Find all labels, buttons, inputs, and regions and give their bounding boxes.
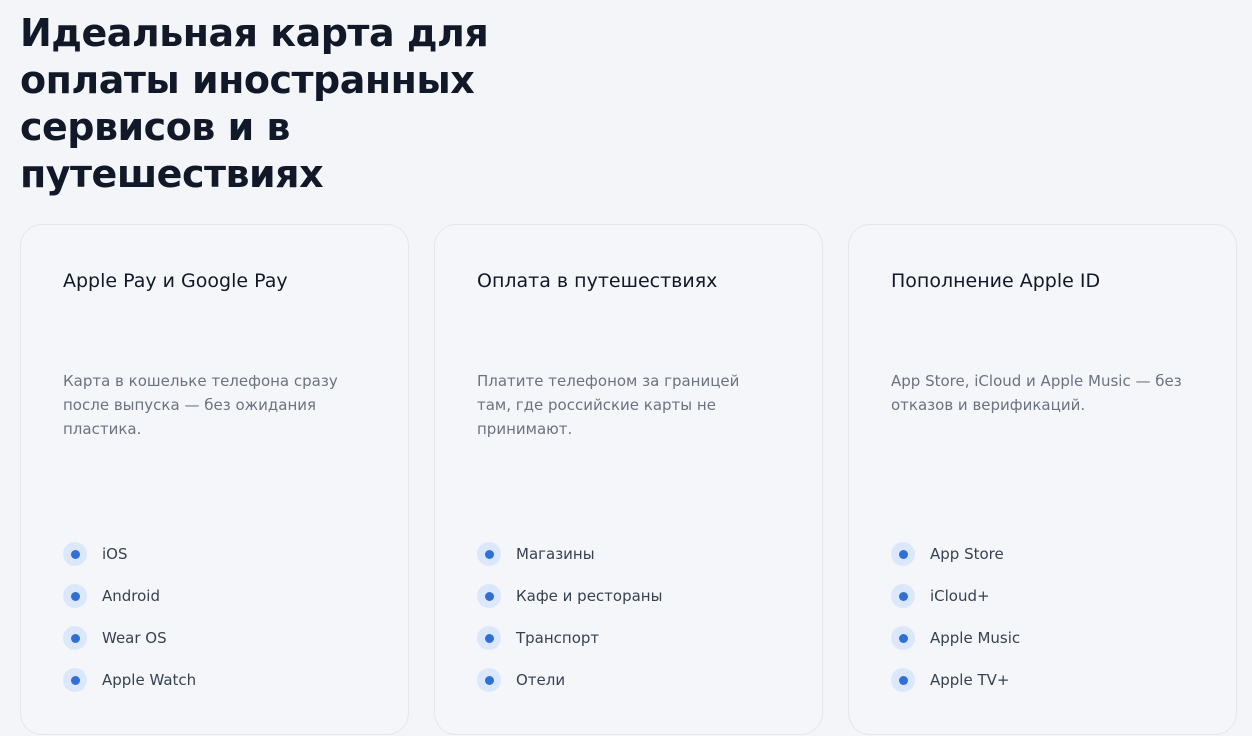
card-description: Карта в кошельке телефона сразу после вы… xyxy=(63,372,338,438)
bullet-dot-icon xyxy=(477,584,501,608)
list-item: Wear OS xyxy=(63,626,196,650)
card-feature-list: Магазины Кафе и рестораны Транспорт Отел… xyxy=(477,542,662,710)
list-item: Кафе и рестораны xyxy=(477,584,662,608)
list-item-label: iCloud+ xyxy=(930,587,990,605)
list-item-label: Android xyxy=(102,587,160,605)
bullet-dot-icon xyxy=(477,626,501,650)
list-item: iOS xyxy=(63,542,196,566)
bullet-dot-icon xyxy=(63,668,87,692)
bullet-dot-icon xyxy=(477,542,501,566)
list-item: Отели xyxy=(477,668,662,692)
page-title: Идеальная карта для оплаты иностранных с… xyxy=(20,11,489,196)
card-feature-list: iOS Android Wear OS Apple Watch xyxy=(63,542,196,710)
list-item: Транспорт xyxy=(477,626,662,650)
card-feature-list: App Store iCloud+ Apple Music Apple TV+ xyxy=(891,542,1020,710)
list-item: App Store xyxy=(891,542,1020,566)
card-title: Оплата в путешествиях xyxy=(477,270,718,292)
list-item-label: iOS xyxy=(102,545,128,563)
bullet-dot-icon xyxy=(63,584,87,608)
feature-cards: Apple Pay и Google Pay Карта в кошельке … xyxy=(20,224,1237,735)
list-item-label: Кафе и рестораны xyxy=(516,587,663,605)
list-item-label: Wear OS xyxy=(102,629,167,647)
feature-card-apple-google-pay: Apple Pay и Google Pay Карта в кошельке … xyxy=(20,224,409,735)
card-description: App Store, iCloud и Apple Music — без от… xyxy=(891,372,1182,414)
list-item-label: Транспорт xyxy=(516,629,600,647)
feature-card-travel-payments: Оплата в путешествиях Платите телефоном … xyxy=(434,224,823,735)
list-item: Apple Watch xyxy=(63,668,196,692)
list-item-label: Отели xyxy=(516,671,566,689)
list-item-label: Apple Music xyxy=(930,629,1021,647)
bullet-dot-icon xyxy=(63,626,87,650)
card-description: Платите телефоном за границей там, где р… xyxy=(477,372,740,438)
bullet-dot-icon xyxy=(891,584,915,608)
list-item-label: Магазины xyxy=(516,545,595,563)
bullet-dot-icon xyxy=(891,668,915,692)
card-title: Пополнение Apple ID xyxy=(891,270,1101,292)
card-title: Apple Pay и Google Pay xyxy=(63,270,288,292)
list-item: iCloud+ xyxy=(891,584,1020,608)
bullet-dot-icon xyxy=(63,542,87,566)
list-item: Apple Music xyxy=(891,626,1020,650)
list-item-label: Apple Watch xyxy=(102,671,197,689)
bullet-dot-icon xyxy=(891,542,915,566)
feature-card-apple-id-topup: Пополнение Apple ID App Store, iCloud и … xyxy=(848,224,1237,735)
bullet-dot-icon xyxy=(477,668,501,692)
page: Идеальная карта для оплаты иностранных с… xyxy=(0,0,1252,736)
list-item: Android xyxy=(63,584,196,608)
list-item-label: Apple TV+ xyxy=(930,671,1010,689)
list-item-label: App Store xyxy=(930,545,1004,563)
list-item: Магазины xyxy=(477,542,662,566)
list-item: Apple TV+ xyxy=(891,668,1020,692)
bullet-dot-icon xyxy=(891,626,915,650)
